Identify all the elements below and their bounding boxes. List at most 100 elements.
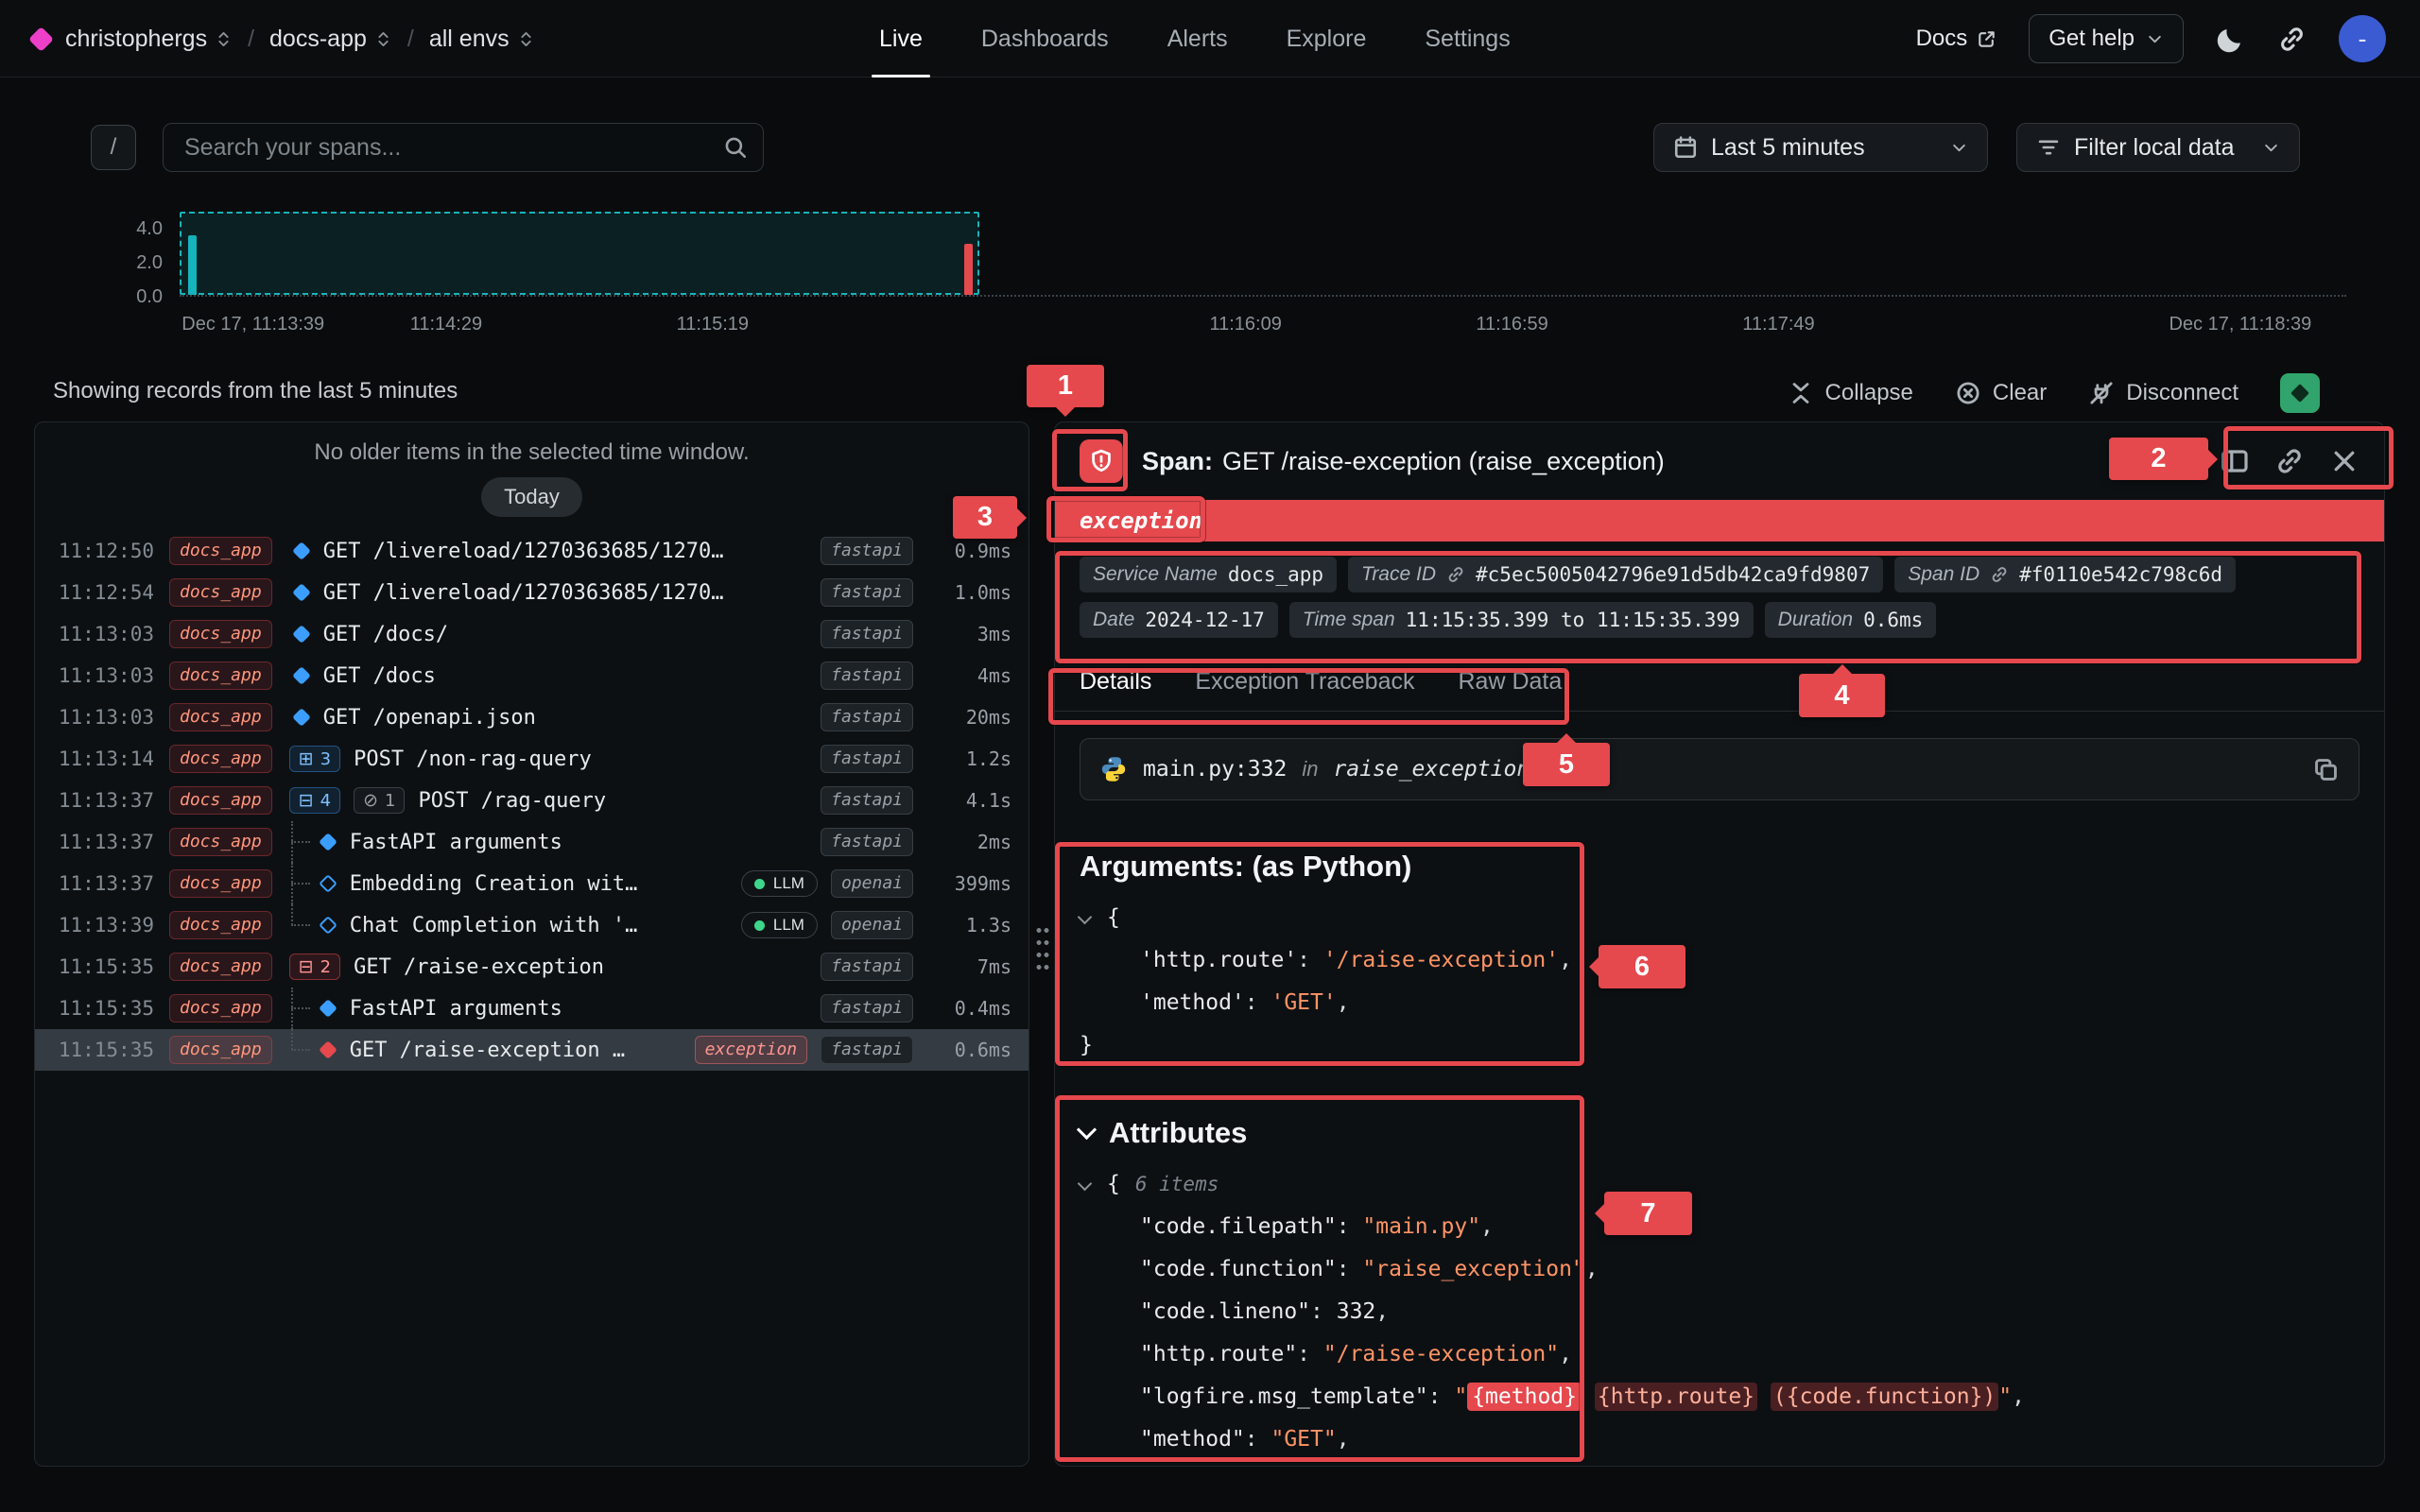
trace-row-time: 11:12:50 bbox=[54, 540, 154, 562]
trace-row[interactable]: 11:13:39docs_appChat Completion with '…L… bbox=[35, 904, 1028, 946]
attr-value-segment: " bbox=[1454, 1384, 1467, 1409]
breadcrumb-org[interactable]: christophergs bbox=[65, 26, 233, 53]
copy-icon[interactable] bbox=[2312, 756, 2340, 783]
action-label: Collapse bbox=[1825, 380, 1913, 406]
breadcrumb-project[interactable]: docs-app bbox=[269, 26, 392, 53]
span-diamond-icon bbox=[292, 625, 311, 644]
collapse-chevron-icon[interactable] bbox=[1078, 910, 1093, 925]
selection-region[interactable] bbox=[180, 212, 979, 295]
app-chip: docs_app bbox=[169, 828, 272, 857]
x-tick-label: 11:14:29 bbox=[410, 314, 482, 335]
x-tick-label: 11:15:19 bbox=[677, 314, 749, 335]
trace-row-time: 11:13:37 bbox=[54, 831, 154, 853]
env-name: all envs bbox=[429, 26, 510, 53]
filter-button[interactable]: Filter local data bbox=[2016, 123, 2300, 172]
trace-row[interactable]: 11:13:03docs_appGET /docs/fastapi3ms bbox=[35, 613, 1028, 655]
meta-value: docs_app bbox=[1228, 563, 1323, 586]
trace-row[interactable]: 11:12:54docs_appGET /livereload/12703636… bbox=[35, 572, 1028, 613]
code-line: "code.function": "raise_exception", bbox=[1080, 1248, 2360, 1291]
chevron-down-icon bbox=[2146, 30, 2164, 48]
expand-toggle[interactable]: ⊟4 bbox=[289, 787, 340, 814]
panel-resize-handle[interactable] bbox=[1035, 924, 1050, 971]
trace-row[interactable]: 11:15:35docs_appGET /raise-exception …ex… bbox=[35, 1029, 1028, 1071]
action-clear[interactable]: Clear bbox=[1955, 380, 2047, 406]
span-diamond-icon bbox=[292, 541, 311, 560]
expand-toggle[interactable]: ⊟2 bbox=[289, 954, 340, 980]
app-chip: docs_app bbox=[169, 1036, 272, 1065]
expand-toggle[interactable]: ⊞3 bbox=[289, 746, 340, 772]
no-older-items-note: No older items in the selected time wind… bbox=[35, 439, 1028, 466]
trace-row[interactable]: 11:13:37docs_app⊟4⊘1POST /rag-queryfasta… bbox=[35, 780, 1028, 821]
detail-tab-exception-traceback[interactable]: Exception Traceback bbox=[1195, 662, 1414, 711]
get-help-button[interactable]: Get help bbox=[2029, 14, 2184, 63]
breadcrumb-env[interactable]: all envs bbox=[429, 26, 535, 53]
slash-circle-icon: ⊘ bbox=[363, 790, 378, 811]
tab-dashboards[interactable]: Dashboards bbox=[981, 0, 1109, 77]
attr-value-segment: 332 bbox=[1337, 1299, 1376, 1324]
span-diamond-icon bbox=[319, 1040, 337, 1059]
tab-explore[interactable]: Explore bbox=[1287, 0, 1367, 77]
trace-row-duration: 20ms bbox=[926, 706, 1011, 729]
tab-alerts[interactable]: Alerts bbox=[1167, 0, 1228, 77]
trace-rows: 11:12:50 docs_app GET /livereload/12703636… bbox=[35, 530, 1028, 1071]
attributes-title: Attributes bbox=[1080, 1116, 2360, 1150]
app-chip: docs_app bbox=[169, 537, 272, 566]
action-collapse[interactable]: Collapse bbox=[1788, 380, 1913, 406]
chevron-updown-icon bbox=[215, 30, 233, 48]
live-indicator[interactable] bbox=[2280, 373, 2320, 413]
app-chip: docs_app bbox=[169, 911, 272, 940]
search-icon bbox=[723, 135, 748, 160]
trace-row[interactable]: 11:13:14docs_app⊞3POST /non-rag-queryfas… bbox=[35, 738, 1028, 780]
trace-row-duration: 7ms bbox=[926, 955, 1011, 978]
trace-row[interactable]: 11:13:03docs_appGET /docsfastapi4ms bbox=[35, 655, 1028, 696]
trace-row[interactable]: 11:15:35docs_app⊟2GET /raise-exceptionfa… bbox=[35, 946, 1028, 988]
app-chip: docs_app bbox=[169, 786, 272, 816]
meta-trace-id[interactable]: Trace ID#c5ec5005042796e91d5db42ca9fd980… bbox=[1348, 557, 1883, 593]
trace-row-time: 11:13:03 bbox=[54, 706, 154, 729]
attr-value-segment: "main.py" bbox=[1362, 1214, 1480, 1239]
search-box bbox=[163, 123, 764, 172]
span-diamond-icon bbox=[319, 999, 337, 1018]
y-tick-label: 0.0 bbox=[100, 284, 163, 309]
logfire-logo-icon bbox=[28, 26, 54, 52]
action-disconnect[interactable]: Disconnect bbox=[2088, 380, 2238, 406]
tab-settings[interactable]: Settings bbox=[1425, 0, 1510, 77]
copy-link-icon[interactable] bbox=[2274, 446, 2305, 476]
trace-row-duration: 399ms bbox=[926, 872, 1011, 895]
code-line: {6 items bbox=[1080, 1163, 2360, 1206]
detail-tab-raw-data[interactable]: Raw Data bbox=[1459, 662, 1563, 711]
today-button[interactable]: Today bbox=[481, 477, 582, 517]
close-icon[interactable] bbox=[2329, 446, 2360, 476]
meta-span-id[interactable]: Span ID#f0110e542c798c6d bbox=[1894, 557, 2236, 593]
time-range-button[interactable]: Last 5 minutes bbox=[1653, 123, 1988, 172]
app-chip: docs_app bbox=[169, 662, 272, 691]
code-line: } bbox=[1080, 1024, 2360, 1067]
tab-live[interactable]: Live bbox=[879, 0, 923, 77]
chevron-down-icon[interactable] bbox=[1077, 1119, 1097, 1139]
docs-link[interactable]: Docs bbox=[1916, 26, 1997, 52]
trace-row-message: GET /livereload/1270363685/1270… bbox=[323, 581, 800, 605]
trace-row[interactable]: 11:13:37docs_appEmbedding Creation wit…L… bbox=[35, 863, 1028, 904]
trace-row-message: GET /livereload/1270363685/1270… bbox=[323, 540, 800, 563]
theme-toggle-moon-icon[interactable] bbox=[2216, 25, 2245, 54]
x-tick-label: 11:17:49 bbox=[1742, 314, 1814, 335]
app-chip: docs_app bbox=[169, 745, 272, 774]
calendar-icon bbox=[1673, 135, 1698, 160]
avatar[interactable]: - bbox=[2339, 15, 2386, 62]
trace-row-time: 11:13:03 bbox=[54, 623, 154, 645]
trace-row-time: 11:15:35 bbox=[54, 955, 154, 978]
trace-row[interactable]: 11:12:50 docs_app GET /livereload/12703636… bbox=[35, 530, 1028, 572]
pending-badge: ⊘1 bbox=[354, 787, 405, 814]
trace-row-time: 11:15:35 bbox=[54, 1039, 154, 1061]
search-input[interactable] bbox=[164, 124, 763, 171]
trace-row[interactable]: 11:13:03docs_appGET /openapi.jsonfastapi… bbox=[35, 696, 1028, 738]
child-count: 4 bbox=[320, 791, 331, 811]
detail-tab-details[interactable]: Details bbox=[1080, 662, 1151, 711]
x-tick-label: Dec 17, 11:13:39 bbox=[182, 314, 324, 335]
trace-row[interactable]: 11:13:37docs_appFastAPI argumentsfastapi… bbox=[35, 821, 1028, 863]
trace-row-time: 11:13:14 bbox=[54, 747, 154, 770]
histogram-plot[interactable] bbox=[180, 212, 2346, 297]
collapse-chevron-icon[interactable] bbox=[1078, 1177, 1093, 1192]
trace-row[interactable]: 11:15:35docs_appFastAPI argumentsfastapi… bbox=[35, 988, 1028, 1029]
share-link-icon[interactable] bbox=[2277, 25, 2307, 54]
